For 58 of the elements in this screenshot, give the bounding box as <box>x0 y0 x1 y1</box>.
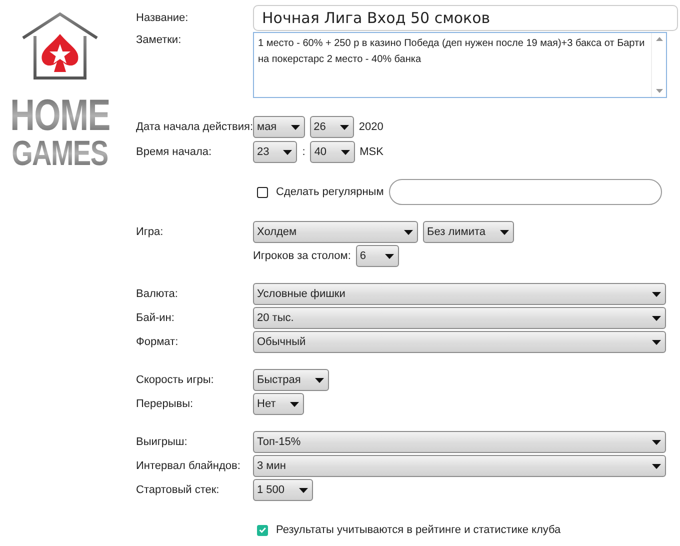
dropdown[interactable]: Топ-15% <box>253 431 666 453</box>
caret-icon <box>652 316 661 320</box>
dropdown[interactable]: 40 <box>310 141 355 163</box>
field-label: Заметки: <box>136 33 182 46</box>
notes-field[interactable]: 1 место - 60% + 250 р в казино Победа (деп нужен после 19 мая)+3 бакса от Барти на покерстарс 2 место - 40% банка <box>253 32 667 98</box>
dropdown[interactable]: Быстрая <box>253 369 329 391</box>
scroll-up-icon[interactable] <box>656 37 662 41</box>
caret-icon <box>652 440 661 444</box>
dropdown[interactable]: 3 мин <box>253 455 666 477</box>
caret-icon <box>404 230 413 234</box>
checkbox-label: Сделать регулярным <box>276 186 384 198</box>
dropdown[interactable]: 23 <box>253 141 298 163</box>
dropdown[interactable]: Нет <box>253 393 304 415</box>
caret-icon <box>314 378 324 382</box>
caret-icon <box>384 254 394 258</box>
dropdown[interactable]: 20 тыс. <box>253 307 666 329</box>
dropdown[interactable]: Обычный <box>253 331 666 353</box>
name-field[interactable]: Ночная Лига Вход 50 смоков <box>253 5 678 31</box>
field-label: Перерывы: <box>136 398 194 410</box>
field-label: Формат: <box>136 336 180 348</box>
text-field[interactable] <box>388 179 662 205</box>
dropdown[interactable]: 26 <box>310 116 354 138</box>
dropdown[interactable]: 1 500 <box>253 479 313 501</box>
caret-icon <box>340 150 350 154</box>
field-label: Интервал блайндов: <box>136 460 242 472</box>
inline-text: Игроков за столом: <box>253 250 351 262</box>
checkbox[interactable] <box>257 524 268 536</box>
field-label: Валюта: <box>136 288 179 300</box>
caret-icon <box>283 150 292 154</box>
inline-text: MSK <box>360 146 384 158</box>
caret-icon <box>290 124 300 130</box>
field-label: Скорость игры: <box>136 374 215 386</box>
caret-icon <box>290 402 299 406</box>
checkbox-label: Результаты учитываются в рейтинге и статистике клуба <box>276 524 561 536</box>
checkbox[interactable] <box>257 186 268 198</box>
scroll-down-icon[interactable] <box>656 89 662 93</box>
dropdown[interactable]: Без лимита <box>423 221 514 243</box>
caret-icon <box>500 230 508 234</box>
caret-icon <box>652 292 661 296</box>
field-label: Игра: <box>136 226 164 238</box>
dropdown[interactable]: Условные фишки <box>253 283 666 305</box>
field-label: Название: <box>136 12 190 24</box>
dropdown[interactable]: Холдем <box>253 221 418 243</box>
field-label: Выигрыш: <box>136 436 188 448</box>
dropdown[interactable]: 6 <box>356 245 399 267</box>
caret-icon <box>340 124 349 130</box>
scroll-bar[interactable] <box>651 33 666 97</box>
dropdown[interactable]: мая <box>253 116 305 138</box>
house-spade-icon <box>20 12 100 82</box>
caret-icon <box>298 488 308 492</box>
field-label: Стартовый стек: <box>136 484 220 496</box>
inline-text: 2020 <box>358 121 384 133</box>
caret-icon <box>652 340 661 344</box>
field-label: Бай-ин: <box>136 312 176 324</box>
inline-text: : <box>302 146 306 158</box>
field-label: Дата начала действия: <box>136 121 253 133</box>
caret-icon <box>652 464 661 468</box>
field-label: Время начала: <box>136 146 213 158</box>
